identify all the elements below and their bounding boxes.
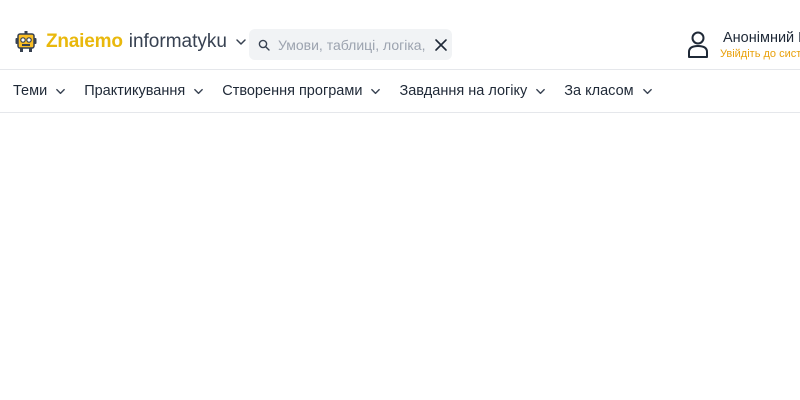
brand-name: Znaiemo <box>46 31 123 52</box>
nav-item-label: Завдання на логіку <box>399 83 528 99</box>
search-icon <box>258 39 270 51</box>
chevron-down-icon <box>236 39 246 45</box>
login-link[interactable]: Увійдіть до систе <box>720 47 800 61</box>
chevron-down-icon <box>642 88 652 94</box>
nav-item-by-grade[interactable]: За класом <box>564 83 652 99</box>
nav-item-practice[interactable]: Практикування <box>84 83 204 99</box>
nav-item-label: Створення програми <box>222 83 363 99</box>
chevron-down-icon <box>194 88 204 94</box>
logo-menu[interactable]: Znaiemo informatyku <box>14 30 247 54</box>
user-name: Анонімний К <box>723 30 800 46</box>
main-nav: Теми Практикування Створення програми За… <box>0 70 800 113</box>
search-input[interactable] <box>278 36 426 53</box>
nav-item-create-program[interactable]: Створення програми <box>222 83 381 99</box>
nav-item-label: Теми <box>13 83 48 99</box>
nav-item-label: За класом <box>564 83 634 99</box>
nav-item-logic-tasks[interactable]: Завдання на логіку <box>399 83 546 99</box>
nav-item-label: Практикування <box>84 83 186 99</box>
search-box <box>249 29 452 60</box>
main-content <box>0 113 800 400</box>
nav-item-topics[interactable]: Теми <box>13 83 66 99</box>
chevron-down-icon <box>56 88 66 94</box>
robot-logo-icon <box>15 31 37 52</box>
brand-subtitle: informatyku <box>128 31 227 52</box>
user-account[interactable]: Анонімний К Увійдіть до систе <box>696 30 800 61</box>
chevron-down-icon <box>371 88 381 94</box>
close-icon[interactable] <box>434 38 448 52</box>
chevron-down-icon <box>536 88 546 94</box>
top-bar: Znaiemo informatyku Анонімний К Увійдіть… <box>0 0 800 70</box>
